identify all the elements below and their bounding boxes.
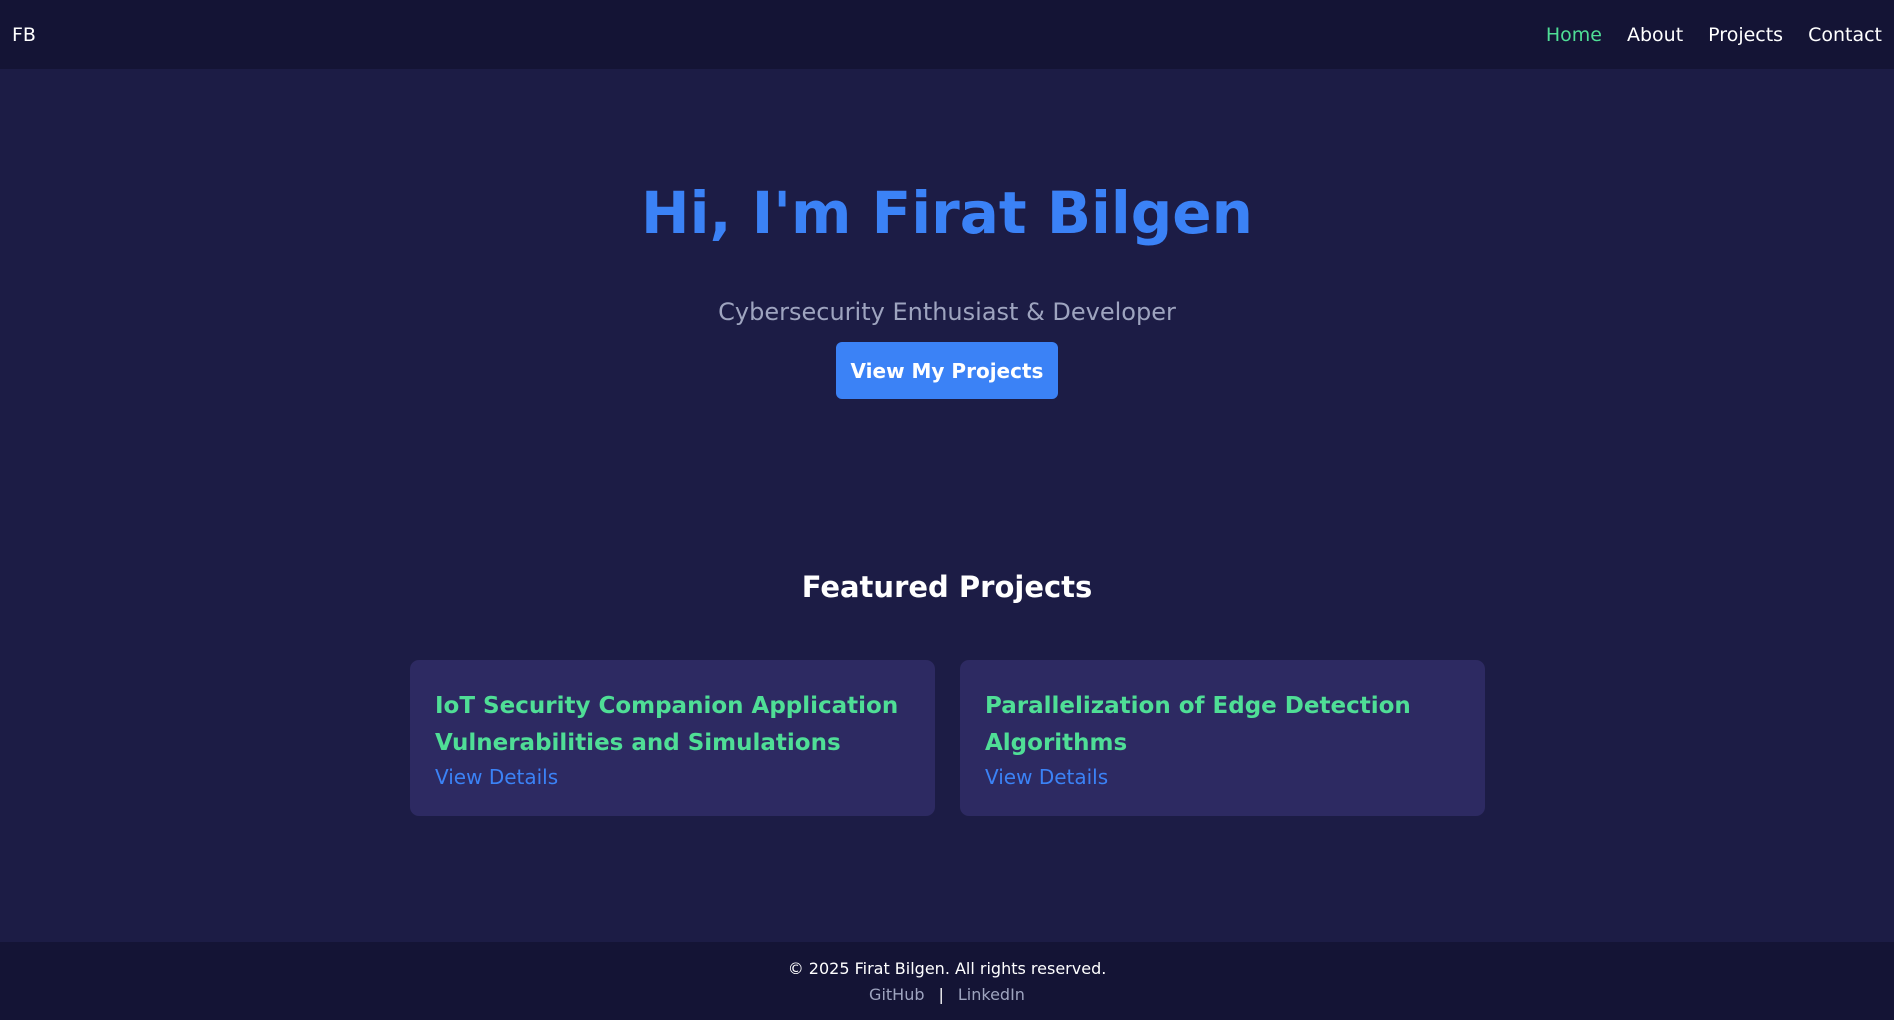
nav-link-home[interactable]: Home	[1546, 24, 1602, 46]
view-details-link[interactable]: View Details	[435, 762, 558, 792]
project-card-title-line: Vulnerabilities and Simulations	[435, 730, 841, 756]
nav-links: Home About Projects Contact	[1546, 24, 1882, 46]
copyright-text: © 2025 Firat Bilgen. All rights reserved…	[787, 959, 1107, 978]
hero-section: Hi, I'm Firat Bilgen Cybersecurity Enthu…	[0, 69, 1894, 489]
view-details-link[interactable]: View Details	[985, 762, 1108, 792]
link-separator: |	[938, 985, 944, 1004]
featured-projects-heading: Featured Projects	[801, 570, 1093, 604]
navbar: FB Home About Projects Contact	[0, 0, 1894, 69]
hero-subtitle: Cybersecurity Enthusiast & Developer	[718, 298, 1176, 326]
project-card-title: IoT Security Companion Application Vulne…	[435, 688, 910, 762]
github-link[interactable]: GitHub	[869, 985, 924, 1004]
footer: © 2025 Firat Bilgen. All rights reserved…	[0, 942, 1894, 1020]
project-card-title-line: Parallelization of Edge Detection	[985, 693, 1411, 719]
project-card: Parallelization of Edge Detection Algori…	[960, 660, 1485, 816]
project-card-title-line: IoT Security Companion Application	[435, 693, 899, 719]
hero-title: Hi, I'm Firat Bilgen	[641, 179, 1253, 247]
nav-link-contact[interactable]: Contact	[1808, 24, 1882, 46]
project-card-title-line: Algorithms	[985, 730, 1128, 756]
brand-logo[interactable]: FB	[12, 24, 36, 46]
view-projects-button[interactable]: View My Projects	[836, 342, 1058, 399]
nav-link-projects[interactable]: Projects	[1708, 24, 1783, 46]
linkedin-link[interactable]: LinkedIn	[958, 985, 1025, 1004]
project-card: IoT Security Companion Application Vulne…	[410, 660, 935, 816]
project-card-title: Parallelization of Edge Detection Algori…	[985, 688, 1460, 762]
social-links: GitHub | LinkedIn	[0, 985, 1894, 1004]
nav-link-about[interactable]: About	[1627, 24, 1683, 46]
